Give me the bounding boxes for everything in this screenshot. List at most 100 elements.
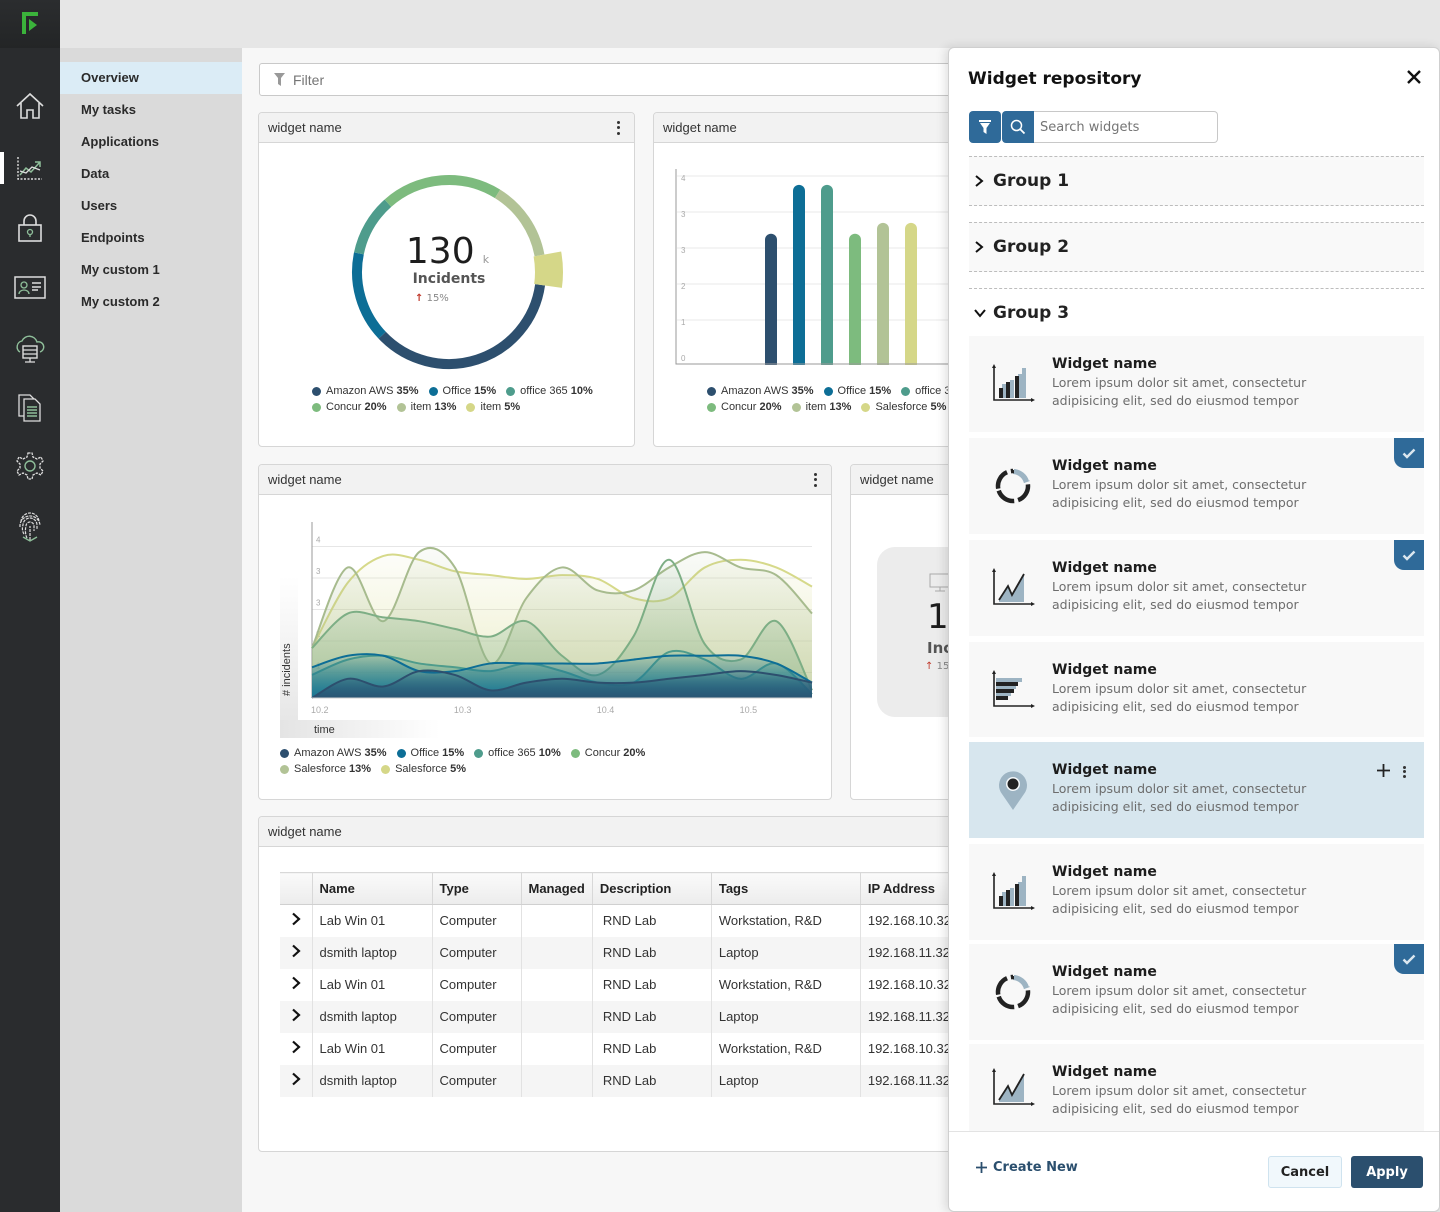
column-header-type[interactable]: Type: [432, 872, 522, 905]
filter-bar[interactable]: [259, 63, 979, 96]
expand-row-button[interactable]: [280, 1000, 313, 1033]
group-label: Group 1: [993, 171, 1070, 191]
rail-settings[interactable]: [0, 444, 60, 488]
widget-repository-panel: Widget repository Group 1 Group 2 Group …: [948, 47, 1440, 1212]
bar-amazon-aws[interactable]: [765, 233, 777, 370]
nav-item-applications[interactable]: Applications: [60, 126, 242, 158]
selected-badge[interactable]: [1394, 438, 1424, 468]
area-xtick-label: 10.2: [311, 705, 329, 715]
bar-office-365[interactable]: [821, 184, 833, 370]
table-row[interactable]: Lab Win 01 Computer RND Lab Workstation, R&…: [280, 904, 961, 937]
widget-title: widget name: [663, 120, 737, 135]
legend-swatch: [280, 748, 289, 758]
donut-center: 130 k: [259, 231, 634, 272]
area-xtick-label: 10.3: [454, 705, 472, 715]
filter-toggle-button[interactable]: [969, 111, 1001, 143]
checkmark-icon: [1402, 448, 1416, 459]
legend-swatch: [474, 748, 484, 758]
create-new-button[interactable]: Create New: [976, 1160, 1078, 1175]
widget-list-item[interactable]: Widget name Lorem ipsum dolor sit amet, c…: [969, 642, 1424, 737]
rail-biometrics[interactable]: [0, 505, 60, 549]
table-row[interactable]: dsmith laptop Computer RND Lab Laptop 192.16…: [280, 936, 961, 969]
nav-item-my-tasks[interactable]: My tasks: [60, 94, 242, 126]
selected-badge[interactable]: [1394, 944, 1424, 974]
widget-list-item[interactable]: Widget name Lorem ipsum dolor sit amet, c…: [969, 944, 1424, 1040]
rail-documents[interactable]: [0, 385, 60, 429]
search-button[interactable]: [1002, 111, 1034, 143]
nav-item-data[interactable]: Data: [60, 158, 242, 190]
filter-input[interactable]: [293, 71, 893, 88]
table-row[interactable]: Lab Win 01 Computer RND Lab Workstation, R&…: [280, 1032, 961, 1065]
widget-menu-button[interactable]: [612, 120, 624, 136]
bar-concur[interactable]: [849, 233, 861, 370]
legend-value: 15%: [474, 385, 497, 397]
column-header-description[interactable]: Description: [592, 872, 712, 905]
cell-name: Lab Win 01: [312, 1032, 433, 1065]
column-header-managed[interactable]: Managed: [521, 872, 593, 905]
widget-list-item[interactable]: Widget name Lorem ipsum dolor sit amet, c…: [969, 1044, 1424, 1132]
legend-item: item 13%: [791, 401, 851, 413]
bar-office[interactable]: [793, 184, 805, 370]
nav-item-endpoints[interactable]: Endpoints: [60, 222, 242, 254]
gear-icon: [16, 452, 44, 480]
table-row[interactable]: dsmith laptop Computer RND Lab Laptop 192.16…: [280, 1064, 961, 1097]
widget-list-item[interactable]: Widget name Lorem ipsum dolor sit amet, c…: [969, 336, 1424, 432]
bar-salesforce[interactable]: [905, 222, 917, 370]
search-icon: [1010, 119, 1026, 135]
trend-up-icon: ↑: [415, 293, 424, 304]
widget-item-name: Widget name: [1052, 964, 1157, 980]
legend-value: 35%: [364, 747, 387, 759]
donut-slice-concur-3[interactable]: [384, 175, 501, 207]
cloud-server-icon: [16, 335, 45, 363]
column-header-tags[interactable]: Tags: [711, 872, 861, 905]
cell-tags: Workstation, R&D: [711, 904, 861, 937]
nav-item-my-custom-1[interactable]: My custom 1: [60, 254, 242, 286]
expand-row-button[interactable]: [280, 1032, 313, 1065]
widget-menu-button[interactable]: [809, 472, 821, 488]
column-header-name[interactable]: Name: [312, 872, 433, 905]
logo-icon: [22, 12, 38, 34]
widget-list-item[interactable]: Widget name Lorem ipsum dolor sit amet, c…: [969, 540, 1424, 636]
expand-row-button[interactable]: [280, 936, 313, 969]
panel-footer: Create New Cancel Apply: [949, 1131, 1439, 1211]
cancel-button[interactable]: Cancel: [1268, 1156, 1342, 1188]
legend-label: Amazon AWS 35%: [721, 385, 814, 397]
cell-ip-address: 192.168.10.32: [860, 1032, 961, 1065]
cell-ip-address: 192.168.11.32: [860, 1000, 961, 1033]
rail-security[interactable]: [0, 206, 60, 250]
bar-item[interactable]: [877, 222, 889, 370]
rail-home[interactable]: [0, 84, 60, 128]
group-2-header[interactable]: Group 2: [969, 222, 1424, 272]
group-3-header[interactable]: Group 3: [969, 288, 1424, 338]
nav-item-my-custom-2[interactable]: My custom 2: [60, 286, 242, 318]
widget-list-item[interactable]: Widget name Lorem ipsum dolor sit amet, c…: [969, 438, 1424, 534]
group-1-header[interactable]: Group 1: [969, 156, 1424, 206]
apply-button[interactable]: Apply: [1351, 1156, 1423, 1188]
area-x-axis-label: time: [314, 724, 335, 736]
expand-row-button[interactable]: [280, 1064, 313, 1097]
close-button[interactable]: [1405, 68, 1423, 86]
widget-list-item[interactable]: Widget name Lorem ipsum dolor sit amet, c…: [969, 742, 1424, 838]
widget-list-item[interactable]: Widget name Lorem ipsum dolor sit amet, c…: [969, 844, 1424, 940]
expand-row-button[interactable]: [280, 968, 313, 1001]
search-widgets-input[interactable]: [1034, 111, 1218, 143]
nav-item-users[interactable]: Users: [60, 190, 242, 222]
rail-identity[interactable]: [0, 266, 60, 310]
table-row[interactable]: dsmith laptop Computer RND Lab Laptop 192.16…: [280, 1000, 961, 1033]
legend-label: Salesforce 13%: [294, 763, 372, 775]
app-logo[interactable]: [0, 0, 60, 48]
nav-item-overview[interactable]: Overview: [60, 62, 242, 94]
table-row[interactable]: Lab Win 01 Computer RND Lab Workstation, R&…: [280, 968, 961, 1001]
rail-analytics[interactable]: [0, 146, 60, 190]
expand-row-button[interactable]: [280, 904, 313, 937]
selected-badge[interactable]: [1394, 540, 1424, 570]
add-widget-button[interactable]: [1377, 762, 1390, 781]
rail-cloud[interactable]: [0, 327, 60, 371]
widget-item-name: Widget name: [1052, 662, 1157, 678]
widget-item-menu-button[interactable]: [1398, 765, 1410, 779]
widget-title: widget name: [268, 472, 342, 487]
legend-item: Office 15%: [396, 747, 464, 759]
column-header-ip-address[interactable]: IP Address: [860, 872, 961, 905]
donut-slice-amazon-aws-0[interactable]: [378, 284, 546, 369]
legend-label: Amazon AWS 35%: [326, 385, 419, 397]
